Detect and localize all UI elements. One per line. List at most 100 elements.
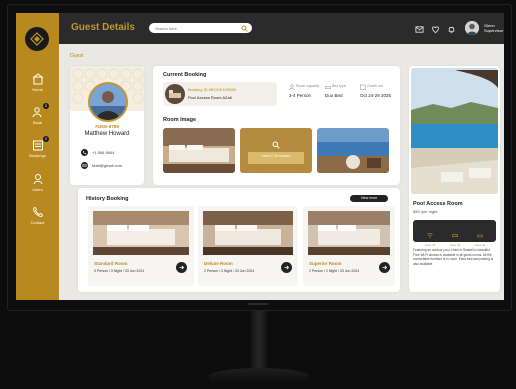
logo	[25, 27, 49, 51]
room-image-2[interactable]: View Full screen	[240, 128, 312, 173]
search-placeholder: Search here	[155, 25, 177, 31]
monitor-brand-mark	[248, 303, 268, 305]
field-label: Room capacity	[296, 84, 320, 88]
current-booking-title: Current Booking	[163, 72, 207, 78]
amenity-item[interactable]: View all	[469, 225, 491, 247]
field-value: Oct 24-29 2025	[360, 93, 392, 98]
history-room-name: Standard Room	[94, 261, 128, 266]
bed-icon	[325, 86, 331, 89]
history-room-detail: 2 Person / 2 Night / 33 Jun 2024	[309, 269, 360, 273]
guest-name: Matthew Howard	[84, 131, 130, 137]
room-image-2-photo	[240, 128, 312, 173]
wifi-icon	[427, 233, 433, 238]
sidebar-item-label: Book	[32, 120, 43, 125]
room-thumbnail	[165, 84, 185, 104]
book-icon	[32, 107, 41, 118]
calendar-icon	[360, 84, 366, 90]
sidebar-item-label: Home	[32, 87, 43, 92]
history-booking-title: History Booking	[86, 196, 129, 202]
user-avatar[interactable]	[465, 21, 479, 35]
monitor-stand-neck	[251, 311, 267, 371]
sidebar-item-label: Contact	[30, 220, 45, 225]
notification-badge: 2	[43, 136, 49, 142]
search-input[interactable]: Search here	[149, 23, 252, 33]
amenity-item[interactable]: View all	[444, 225, 466, 247]
sidebar: Home 2 Book 2 Bookings Users Contact	[16, 13, 59, 300]
sidebar-item-label: Users	[32, 187, 43, 192]
topbar: Guest Details Search here Glenn Supervis…	[59, 13, 504, 44]
email-icon	[81, 162, 88, 169]
promo-description: Featuring an outdoor pool, Hotel in Seab…	[413, 248, 494, 266]
guest-photo	[90, 84, 126, 120]
room-image-3[interactable]	[317, 128, 389, 173]
user-role: Supervisor	[484, 28, 504, 33]
search-icon[interactable]	[241, 24, 248, 32]
user-info: Glenn Supervisor	[484, 23, 503, 33]
user-icon	[33, 174, 42, 185]
logo-icon	[30, 32, 44, 46]
breadcrumb: Guest	[70, 53, 84, 59]
sidebar-item-label: Bookings	[29, 153, 46, 158]
guest-id: #USG-6789	[95, 124, 119, 129]
room-promo-card: Pool Access Room $50 /per night View all…	[409, 66, 500, 292]
history-room-detail: 2 Person / 3 Night / 33 Jun 2024	[204, 269, 255, 273]
history-booking-card: History Booking View more Standard Room …	[78, 188, 400, 292]
heart-icon[interactable]	[431, 25, 440, 34]
arrow-right-icon[interactable]	[281, 262, 292, 273]
sidebar-item-contact[interactable]: Contact	[16, 206, 59, 225]
phone-icon	[81, 149, 88, 156]
field-label: Check out	[367, 84, 383, 88]
amenity-label: View all	[449, 243, 461, 247]
sidebar-item-book[interactable]: 2 Book	[16, 103, 59, 125]
booking-room: Pool Access Room A2a6	[188, 95, 232, 100]
amenity-item[interactable]: View all	[419, 225, 441, 247]
history-item[interactable]: Deluxe Room 2 Person / 3 Night / 33 Jun …	[198, 206, 298, 286]
bath-icon	[477, 234, 483, 238]
history-item[interactable]: Superior Room 2 Person / 2 Night / 33 Ju…	[303, 206, 395, 286]
page-title: Guest Details	[71, 22, 135, 33]
search-icon	[272, 141, 280, 149]
screen: Home 2 Book 2 Bookings Users Contact Gue…	[16, 13, 504, 300]
history-room-image	[308, 211, 390, 255]
home-icon	[32, 73, 43, 85]
bookings-icon	[32, 140, 43, 151]
sidebar-item-bookings[interactable]: 2 Bookings	[16, 136, 59, 158]
arrow-right-icon[interactable]	[379, 262, 390, 273]
arrow-right-icon[interactable]	[176, 262, 187, 273]
sidebar-item-home[interactable]: Home	[16, 73, 59, 92]
room-image-title: Room Image	[163, 117, 197, 123]
avatar-icon	[465, 21, 479, 35]
amenity-label: View all	[474, 243, 486, 247]
promo-room-name: Pool Access Room	[413, 201, 463, 207]
history-room-name: Superior Room	[309, 261, 342, 266]
room-image-1[interactable]	[163, 128, 235, 173]
history-room-name: Deluxe Room	[204, 261, 233, 266]
booking-id: Booking ID #BOOK100589	[188, 87, 236, 92]
history-room-detail: 3 Person / 3 Night / 33 Jun 2024	[94, 269, 145, 273]
field-label: Bed type	[332, 84, 346, 88]
current-booking-card: Current Booking Booking ID #BOOK100589 P…	[153, 66, 400, 185]
history-room-image	[93, 211, 189, 255]
guest-profile-card: #USG-6789 Matthew Howard +1 556 5654 Mat…	[70, 66, 144, 185]
promo-room-price: $50 /per night	[413, 209, 438, 214]
bed-icon	[452, 234, 458, 237]
monitor-stand-base	[209, 368, 309, 382]
guest-phone: +1 556 5654	[92, 150, 115, 155]
notification-badge: 2	[43, 103, 49, 109]
field-value: 3-4 Person	[289, 93, 312, 98]
notification-icon[interactable]	[447, 25, 456, 34]
guest-email[interactable]: Matt@gmail.com	[92, 163, 122, 168]
promo-room-image[interactable]	[411, 68, 498, 194]
history-room-image	[203, 211, 293, 255]
view-fullscreen-label: View Full screen	[261, 153, 291, 158]
mail-icon[interactable]	[415, 25, 424, 34]
booking-summary: Booking ID #BOOK100589 Pool Access Room …	[163, 82, 277, 106]
view-more-button[interactable]: View more	[350, 195, 388, 202]
amenity-label: View all	[424, 243, 436, 247]
guest-avatar	[88, 82, 128, 122]
sidebar-item-users[interactable]: Users	[16, 173, 59, 192]
contact-icon	[32, 207, 43, 217]
history-item[interactable]: Standard Room 3 Person / 3 Night / 33 Ju…	[88, 206, 194, 286]
amenities-bar: View all View all View all	[413, 220, 496, 247]
capacity-icon	[289, 84, 295, 90]
